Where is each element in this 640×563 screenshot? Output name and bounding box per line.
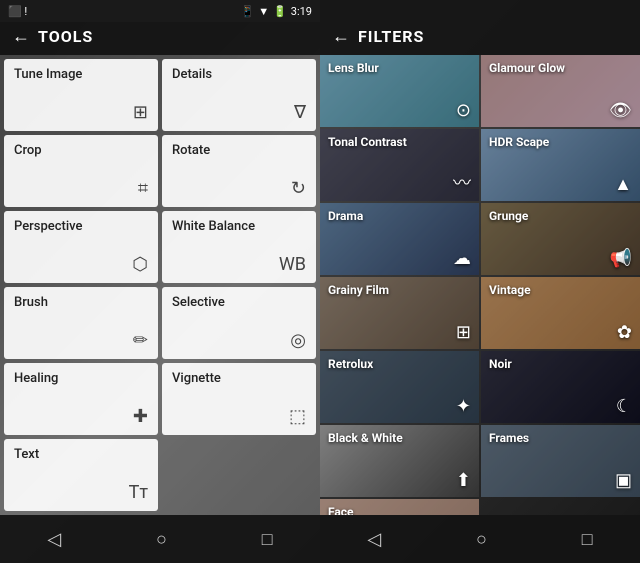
left-panel: ⬛ ! 📱 ▼ 🔋 3:19 ← TOOLS Tune Image ⊞ Detail… — [0, 0, 320, 563]
status-battery-icon: 🔋 — [273, 5, 287, 18]
nav-home-left[interactable]: ○ — [136, 521, 187, 558]
tool-label-rotate: Rotate — [172, 143, 306, 158]
tool-card-selective[interactable]: Selective ◎ — [162, 287, 316, 359]
filter-card-grainy-film[interactable]: Grainy Film ⊞ — [320, 277, 479, 349]
tool-card-details[interactable]: Details ∇ — [162, 59, 316, 131]
filters-list: Lens Blur ⊙ Glamour Glow 👁 Tonal Contrast 〰 HD… — [320, 55, 640, 515]
filter-label-face: Face — [328, 505, 354, 515]
bottom-nav-right: ◁ ○ □ — [320, 515, 640, 563]
tool-card-rotate[interactable]: Rotate ↻ — [162, 135, 316, 207]
tool-icon-selective: ◎ — [290, 330, 306, 351]
status-wifi-icon: ▼ — [258, 5, 269, 18]
tool-label-perspective: Perspective — [14, 219, 148, 234]
filter-icon-bw: ⬆ — [456, 470, 471, 491]
filter-icon-frames: ▣ — [615, 470, 632, 491]
filter-card-drama[interactable]: Drama ☁ — [320, 203, 479, 275]
filter-card-face[interactable]: Face☺ — [320, 499, 479, 515]
filter-label-bw: Black & White — [328, 431, 403, 445]
tool-card-healing[interactable]: Healing ✚ — [4, 363, 158, 435]
status-time-left: 3:19 — [291, 5, 312, 18]
tool-icon-details: ∇ — [294, 102, 306, 123]
filter-icon-drama: ☁ — [453, 248, 471, 269]
filter-card-frames[interactable]: Frames ▣ — [481, 425, 640, 497]
nav-recent-left[interactable]: □ — [242, 521, 293, 558]
tool-card-tune-image[interactable]: Tune Image ⊞ — [4, 59, 158, 131]
filters-header: ← FILTERS — [320, 0, 640, 55]
tool-card-perspective[interactable]: Perspective ⬡ — [4, 211, 158, 283]
filter-icon-hdr-scape: ▲ — [614, 174, 632, 195]
tool-card-white-balance[interactable]: White Balance WB — [162, 211, 316, 283]
tool-icon-healing: ✚ — [133, 406, 148, 427]
filter-label-grunge: Grunge — [489, 209, 528, 223]
tool-icon-vignette: ⬚ — [289, 406, 306, 427]
nav-home-right[interactable]: ○ — [456, 521, 507, 558]
bottom-nav-left: ◁ ○ □ — [0, 515, 320, 563]
status-bar-left: ⬛ ! 📱 ▼ 🔋 3:19 — [0, 0, 320, 22]
tool-label-white-balance: White Balance — [172, 219, 306, 234]
tool-card-brush[interactable]: Brush ✏ — [4, 287, 158, 359]
nav-recent-right[interactable]: □ — [562, 521, 613, 558]
tool-card-crop[interactable]: Crop ⌗ — [4, 135, 158, 207]
filter-icon-retrolux: ✦ — [456, 396, 471, 417]
filter-label-frames: Frames — [489, 431, 529, 445]
tool-icon-white-balance: WB — [279, 254, 306, 275]
filters-title: FILTERS — [358, 27, 424, 46]
right-panel: ⬛ 📱 ▼ 🔋 3:19 ← FILTERS Lens Blur⊙Glamour… — [320, 0, 640, 563]
filter-card-tonal-contrast[interactable]: Tonal Contrast 〰 — [320, 129, 479, 201]
filter-card-lens-blur[interactable]: Lens Blur ⊙ — [320, 55, 479, 127]
tool-label-vignette: Vignette — [172, 371, 306, 386]
tool-label-selective: Selective — [172, 295, 306, 310]
filter-card-noir[interactable]: Noir ☾ — [481, 351, 640, 423]
filter-card-glamour-glow[interactable]: Glamour Glow 👁 — [481, 55, 640, 127]
filter-icon-tonal-contrast: 〰 — [453, 169, 471, 195]
filter-label-drama: Drama — [328, 209, 363, 223]
tool-card-vignette[interactable]: Vignette ⬚ — [162, 363, 316, 435]
tool-label-crop: Crop — [14, 143, 148, 158]
filter-icon-vintage: ✿ — [617, 322, 632, 343]
filter-label-glamour-glow: Glamour Glow — [489, 61, 565, 75]
tool-label-healing: Healing — [14, 371, 148, 386]
status-left-icon: ⬛ ! — [8, 5, 27, 18]
tool-icon-crop: ⌗ — [138, 178, 148, 199]
tools-back-button[interactable]: ← — [12, 26, 30, 47]
nav-back-right[interactable]: ◁ — [347, 521, 401, 558]
filter-icon-noir: ☾ — [616, 396, 632, 417]
filter-icon-glamour-glow: 👁 — [609, 100, 632, 121]
filter-label-lens-blur: Lens Blur — [328, 61, 379, 75]
tool-label-details: Details — [172, 67, 306, 82]
filter-icon-grainy-film: ⊞ — [456, 322, 471, 343]
filter-label-noir: Noir — [489, 357, 512, 371]
tools-grid: Tune Image ⊞ Details ∇ Crop ⌗ Rotate ↻ Perspecti… — [0, 55, 320, 515]
tool-label-tune-image: Tune Image — [14, 67, 148, 82]
tool-icon-perspective: ⬡ — [132, 254, 148, 275]
filter-label-vintage: Vintage — [489, 283, 531, 297]
tool-card-text[interactable]: Text Tт — [4, 439, 158, 511]
tools-title: TOOLS — [38, 27, 93, 46]
filter-label-hdr-scape: HDR Scape — [489, 135, 549, 149]
nav-back-left[interactable]: ◁ — [27, 521, 81, 558]
filter-label-tonal-contrast: Tonal Contrast — [328, 135, 407, 149]
filter-label-retrolux: Retrolux — [328, 357, 373, 371]
tool-icon-text: Tт — [129, 482, 148, 503]
tool-icon-tune-image: ⊞ — [133, 102, 148, 123]
filter-icon-grunge: 📢 — [610, 248, 632, 269]
filter-label-grainy-film: Grainy Film — [328, 283, 389, 297]
tool-label-brush: Brush — [14, 295, 148, 310]
tool-icon-brush: ✏ — [133, 330, 148, 351]
filter-card-bw[interactable]: Black & White ⬆ — [320, 425, 479, 497]
filter-icon-lens-blur: ⊙ — [456, 100, 471, 121]
filter-card-retrolux[interactable]: Retrolux ✦ — [320, 351, 479, 423]
tool-icon-rotate: ↻ — [291, 178, 306, 199]
filter-card-hdr-scape[interactable]: HDR Scape ▲ — [481, 129, 640, 201]
filter-card-grunge[interactable]: Grunge 📢 — [481, 203, 640, 275]
filter-card-vintage[interactable]: Vintage ✿ — [481, 277, 640, 349]
status-phone-icon: 📱 — [240, 5, 254, 18]
filters-back-button[interactable]: ← — [332, 26, 350, 47]
tool-label-text: Text — [14, 447, 148, 462]
